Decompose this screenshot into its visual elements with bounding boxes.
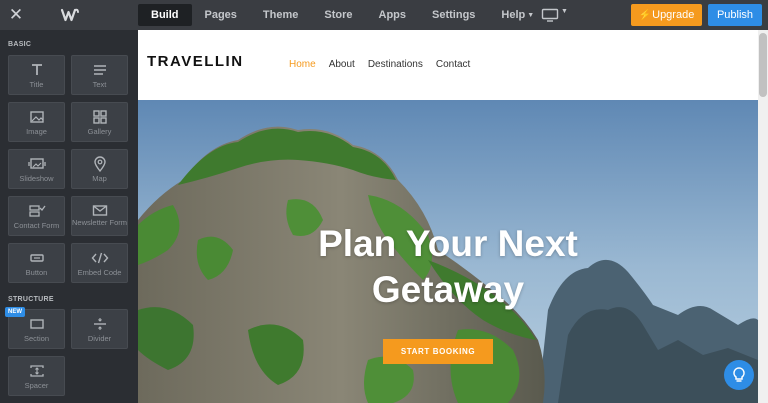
element-map[interactable]: Map [71,149,128,189]
hero-title-line-2: Getaway [371,269,525,310]
upgrade-button[interactable]: ⚡Upgrade [631,4,702,26]
code-icon [91,252,108,264]
close-icon[interactable]: ✕ [8,6,24,24]
section-icon [29,319,44,329]
element-label: Section [23,334,50,343]
text-icon [93,65,106,75]
nav-tab-pages[interactable]: Pages [192,4,250,26]
top-bar: ✕ Build Pages Theme Store Apps Settings … [0,0,768,30]
element-image[interactable]: Image [8,102,65,142]
canvas-scrollbar[interactable] [758,30,768,403]
element-label: Text [92,80,107,89]
image-icon [29,111,44,123]
site-nav-contact[interactable]: Contact [436,59,470,70]
button-icon [29,254,44,262]
section-label-basic: BASIC [8,41,32,48]
lightbulb-icon [733,367,745,382]
element-divider[interactable]: Divider [71,309,128,349]
element-label: Embed Code [77,268,122,277]
element-slideshow[interactable]: Slideshow [8,149,65,189]
map-pin-icon [93,156,106,172]
chevron-down-icon: ▼ [527,12,535,19]
title-icon [31,64,42,75]
site-nav-destinations[interactable]: Destinations [368,59,423,70]
site-nav-about[interactable]: About [329,59,355,70]
publish-button[interactable]: Publish [708,4,762,26]
gallery-icon [92,110,107,124]
desktop-preview-icon[interactable] [541,8,559,22]
scrollbar-thumb[interactable] [759,33,767,97]
element-label: Contact Form [13,221,60,230]
element-newsletter-form[interactable]: Newsletter Form [71,196,128,236]
element-contact-form[interactable]: Contact Form [8,196,65,236]
element-gallery[interactable]: Gallery [71,102,128,142]
nav-tab-help[interactable]: Help ▼ [488,4,547,26]
envelope-icon [92,205,107,216]
nav-tab-store[interactable]: Store [311,4,365,26]
help-lightbulb-button[interactable] [724,360,754,390]
element-text[interactable]: Text [71,55,128,95]
nav-tab-settings[interactable]: Settings [419,4,488,26]
nav-tab-build[interactable]: Build [138,4,192,26]
element-label: Spacer [24,381,49,390]
elements-sidebar: BASIC Title Text Image Gallery Slideshow… [0,30,138,403]
element-spacer[interactable]: Spacer [8,356,65,396]
lightning-icon: ⚡ [638,10,652,21]
element-label: Button [25,268,48,277]
element-label: Image [26,127,47,136]
site-nav: Home About Destinations Contact [289,59,483,70]
element-title[interactable]: Title [8,55,65,95]
divider-icon [93,318,106,330]
site-logo[interactable]: TRAVELLIN [147,53,244,70]
nav-tab-apps[interactable]: Apps [366,4,420,26]
spacer-icon [29,365,44,377]
new-badge: NEW [5,307,25,317]
hero-title[interactable]: Plan Your Next Getaway [138,221,758,313]
element-label: Newsletter Form [72,218,128,227]
hero-section[interactable]: Plan Your Next Getaway START BOOKING [138,100,758,403]
hero-title-line-1: Plan Your Next [318,223,578,264]
element-embed-code[interactable]: Embed Code [71,243,128,283]
element-label: Slideshow [19,174,54,183]
slideshow-icon [27,158,46,169]
element-label: Title [29,80,44,89]
device-chevron-down-icon[interactable]: ▼ [561,8,568,15]
help-label: Help [501,9,526,21]
upgrade-label: Upgrade [652,9,695,21]
site-nav-home[interactable]: Home [289,59,316,70]
editor-nav: Build Pages Theme Store Apps Settings He… [138,4,547,26]
start-booking-button[interactable]: START BOOKING [383,339,493,364]
element-label: Divider [87,334,112,343]
element-label: Map [92,174,107,183]
weebly-logo-icon[interactable] [60,7,80,23]
site-preview-canvas[interactable]: TRAVELLIN Home About Destinations Contac… [138,30,758,403]
element-label: Gallery [87,127,112,136]
contact-form-icon [28,205,46,217]
nav-tab-theme[interactable]: Theme [250,4,311,26]
element-button[interactable]: Button [8,243,65,283]
section-label-structure: STRUCTURE [8,296,54,303]
